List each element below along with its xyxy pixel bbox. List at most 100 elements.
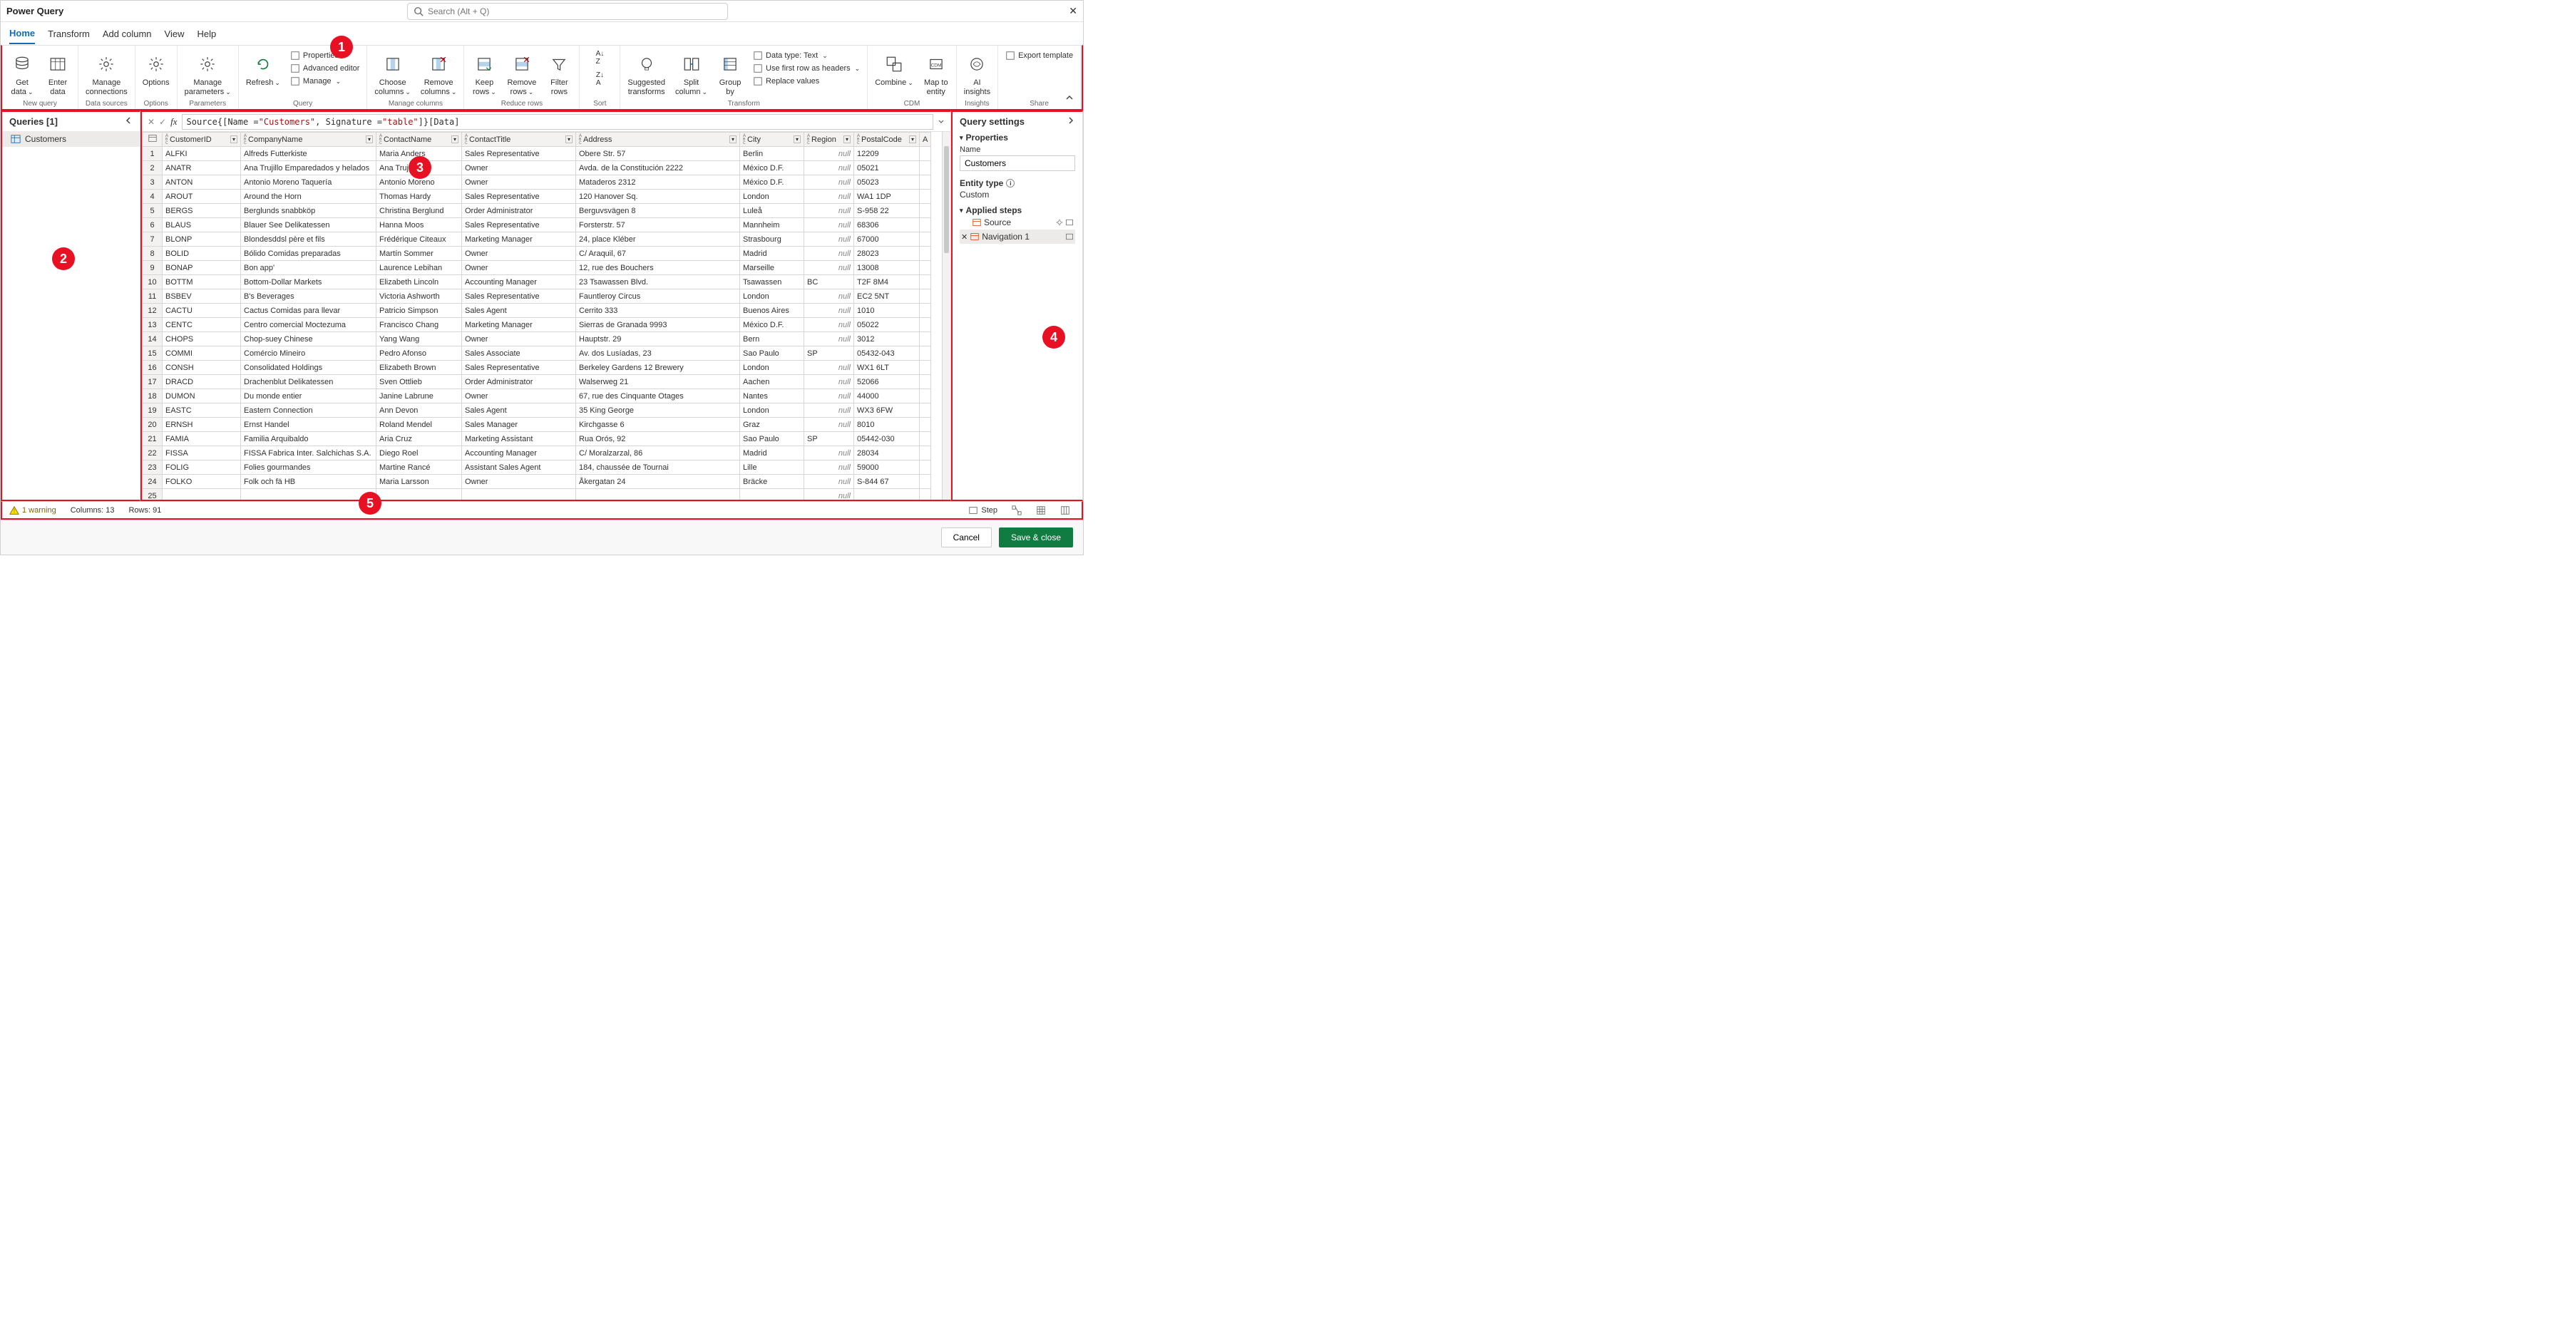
table-row[interactable]: 25null [143,489,931,500]
filter-rows-button[interactable]: Filterrows [543,48,575,98]
filter-button[interactable]: ▾ [565,135,573,143]
filter-button[interactable]: ▾ [451,135,458,143]
refresh-button[interactable]: Refresh⌄ [243,48,283,89]
table-row[interactable]: 13CENTCCentro comercial MoctezumaFrancis… [143,318,931,332]
table-row[interactable]: 5BERGSBerglunds snabbköpChristina Berglu… [143,204,931,218]
table-row[interactable]: 20ERNSHErnst HandelRoland MendelSales Ma… [143,418,931,432]
group-by-button[interactable]: Groupby [714,48,746,98]
remove-rows-button[interactable]: Removerows⌄ [504,48,539,98]
query-name-input[interactable] [960,155,1075,171]
choose-columns-button[interactable]: Choosecolumns⌄ [371,48,414,98]
advanced-editor-button[interactable]: Advanced editor [287,63,363,74]
table-row[interactable]: 7BLONPBlondesddsl père et filsFrédérique… [143,232,931,247]
tab-help[interactable]: Help [197,24,216,43]
combine-button[interactable]: Combine⌄ [872,48,916,89]
column-header-contacttitle[interactable]: ABCContactTitle▾ [462,133,576,147]
options-button[interactable]: Options [140,48,173,89]
table-corner[interactable] [143,133,163,147]
ai-insights-button[interactable]: AIinsights [961,48,993,98]
table-row[interactable]: 12CACTUCactus Comidas para llevarPatrici… [143,304,931,318]
filter-button[interactable]: ▾ [729,135,737,143]
tab-add-column[interactable]: Add column [103,24,152,43]
grid-view-button[interactable] [1032,504,1050,517]
column-header-region[interactable]: ABCRegion▾ [804,133,854,147]
sort-desc-button[interactable]: Z↓A [584,70,615,88]
step-button[interactable]: Step [964,504,1002,517]
replace-values-button[interactable]: Replace values [750,76,863,87]
info-icon[interactable]: i [1006,179,1015,187]
data-table[interactable]: ABCCustomerID▾ABCCompanyName▾ABCContactN… [142,132,931,500]
column-header-companyname[interactable]: ABCCompanyName▾ [241,133,376,147]
table-row[interactable]: 8BOLIDBólido Comidas preparadasMartín So… [143,247,931,261]
table-row[interactable]: 14CHOPSChop-suey ChineseYang WangOwnerHa… [143,332,931,346]
cancel-button[interactable]: Cancel [941,527,992,547]
collapse-queries-button[interactable] [124,116,133,127]
table-row[interactable]: 6BLAUSBlauer See DelikatessenHanna MoosS… [143,218,931,232]
use-first-row-as-headers-button[interactable]: Use first row as headers⌄ [750,63,863,74]
column-header-address[interactable]: ABCAddress▾ [576,133,740,147]
filter-button[interactable]: ▾ [366,135,373,143]
filter-button[interactable]: ▾ [843,135,851,143]
filter-button[interactable]: ▾ [794,135,801,143]
warning-indicator[interactable]: ! 1 warning [9,505,56,515]
manage-parameters-button[interactable]: Manageparameters⌄ [182,48,234,98]
applied-steps-section[interactable]: ▾Applied steps [960,205,1075,215]
data-type-text-button[interactable]: Data type: Text⌄ [750,50,863,61]
properties-section[interactable]: ▾Properties [960,133,1075,143]
manage-button[interactable]: Manage⌄ [287,76,363,87]
table-row[interactable]: 11BSBEVB's BeveragesVictoria AshworthSal… [143,289,931,304]
close-button[interactable]: ✕ [1069,5,1077,17]
table-row[interactable]: 17DRACDDrachenblut DelikatessenSven Ottl… [143,375,931,389]
tab-home[interactable]: Home [9,24,35,44]
table-row[interactable]: 19EASTCEastern ConnectionAnn DevonSales … [143,403,931,418]
remove-columns-button[interactable]: Removecolumns⌄ [418,48,460,98]
schema-view-button[interactable] [1056,504,1074,517]
applied-step[interactable]: Source [960,215,1075,230]
table-row[interactable]: 24FOLKOFolk och fä HBMaria LarssonOwnerÅ… [143,475,931,489]
column-header-contactname[interactable]: ABCContactName▾ [376,133,462,147]
applied-step[interactable]: ✕Navigation 1 [960,230,1075,244]
table-row[interactable]: 15COMMIComércio MineiroPedro AfonsoSales… [143,346,931,361]
manage-connections-button[interactable]: Manageconnections [83,48,130,98]
table-row[interactable]: 2ANATRAna Trujillo Emparedados y helados… [143,161,931,175]
tab-transform[interactable]: Transform [48,24,90,43]
formula-accept-button[interactable]: ✓ [159,117,166,127]
enter-data-button[interactable]: Enterdata [42,48,73,98]
map-to-entity-button[interactable]: CDMMap toentity [920,48,952,98]
save-close-button[interactable]: Save & close [999,527,1073,547]
ribbon-collapse-button[interactable] [1064,93,1074,105]
vertical-scrollbar[interactable] [942,132,950,500]
tab-view[interactable]: View [165,24,185,43]
query-item[interactable]: Customers [2,131,140,147]
table-row[interactable]: 1ALFKIAlfreds FutterkisteMaria AndersSal… [143,147,931,161]
table-row[interactable]: 10BOTTMBottom-Dollar MarketsElizabeth Li… [143,275,931,289]
table-row[interactable]: 21FAMIAFamilia ArquibaldoAria CruzMarket… [143,432,931,446]
get-data-button[interactable]: Getdata⌄ [6,48,38,98]
formula-input[interactable]: Source{[Name = "Customers", Signature = … [182,114,933,130]
table-row[interactable]: 9BONAPBon app'Laurence LebihanOwner12, r… [143,261,931,275]
delete-step-icon[interactable]: ✕ [961,232,968,242]
suggested-transforms-button[interactable]: Suggestedtransforms [625,48,668,98]
split-column-button[interactable]: Splitcolumn⌄ [672,48,710,98]
filter-button[interactable]: ▾ [230,135,237,143]
keep-rows-button[interactable]: Keeprows⌄ [468,48,500,98]
formula-cancel-button[interactable]: ✕ [148,117,155,127]
sort-asc-button[interactable]: A↓Z [584,48,615,67]
filter-button[interactable]: ▾ [909,135,916,143]
column-header-customerid[interactable]: ABCCustomerID▾ [163,133,241,147]
diagram-view-button[interactable] [1007,504,1026,517]
step-menu-icon[interactable] [1065,232,1074,241]
search-box[interactable] [407,3,728,20]
column-header-city[interactable]: ABCCity▾ [740,133,804,147]
table-row[interactable]: 16CONSHConsolidated HoldingsElizabeth Br… [143,361,931,375]
table-row[interactable]: 18DUMONDu monde entierJanine LabruneOwne… [143,389,931,403]
search-input[interactable] [428,6,722,16]
collapse-settings-button[interactable] [1067,116,1075,127]
column-overflow[interactable]: A [920,133,931,147]
table-row[interactable]: 4AROUTAround the HornThomas HardySales R… [143,190,931,204]
gear-icon[interactable] [1055,218,1064,227]
export-template-button[interactable]: Export template [1002,50,1076,61]
table-row[interactable]: 23FOLIGFolies gourmandesMartine RancéAss… [143,460,931,475]
column-header-postalcode[interactable]: ABCPostalCode▾ [854,133,920,147]
table-row[interactable]: 3ANTONAntonio Moreno TaqueríaAntonio Mor… [143,175,931,190]
